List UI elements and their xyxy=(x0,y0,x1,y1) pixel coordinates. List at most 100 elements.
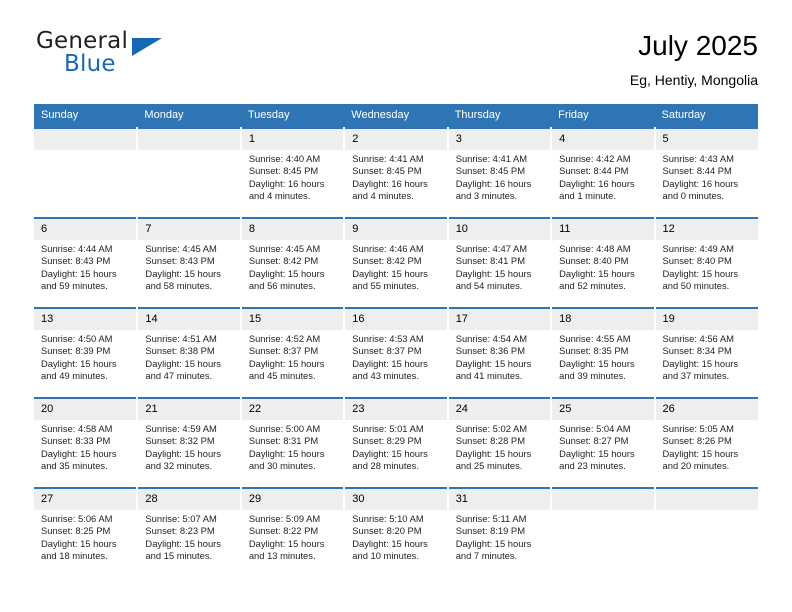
calendar-day-cell[interactable]: 24 Sunrise: 5:02 AM Sunset: 8:28 PM Dayligh… xyxy=(447,397,553,488)
daylight-text: Daylight: 15 hours and 18 minutes. xyxy=(41,537,117,561)
calendar-header-row: Sunday Monday Tuesday Wednesday Thursday… xyxy=(34,104,758,128)
daylight-text: Daylight: 15 hours and 23 minutes. xyxy=(559,447,635,471)
sunrise-text: Sunrise: 4:40 AM xyxy=(248,153,321,164)
daylight-text: Daylight: 15 hours and 15 minutes. xyxy=(145,537,221,561)
calendar-day-cell[interactable]: 13 Sunrise: 4:50 AM Sunset: 8:39 PM Dayligh… xyxy=(34,307,139,398)
daylight-text: Daylight: 15 hours and 50 minutes. xyxy=(662,267,739,291)
weekday-header-wednesday: Wednesday xyxy=(344,104,448,128)
day-number: 18 xyxy=(552,309,654,330)
day-details: Sunrise: 4:51 AM Sunset: 8:38 PM Daylight:… xyxy=(138,330,239,382)
calendar-day-cell[interactable]: 5 Sunrise: 4:43 AM Sunset: 8:44 PM Daylight… xyxy=(654,127,758,218)
sunset-text: Sunset: 8:22 PM xyxy=(248,525,319,537)
sunset-text: Sunset: 8:43 PM xyxy=(145,255,215,267)
calendar-day-cell[interactable]: 26 Sunrise: 5:05 AM Sunset: 8:26 PM Dayligh… xyxy=(654,397,758,488)
daylight-text: Daylight: 15 hours and 28 minutes. xyxy=(352,447,428,471)
sunset-text: Sunset: 8:36 PM xyxy=(455,345,525,357)
calendar-day-cell[interactable]: 30 Sunrise: 5:10 AM Sunset: 8:20 PM Dayligh… xyxy=(344,487,449,577)
calendar-day-cell[interactable]: 8 Sunrise: 4:45 AM Sunset: 8:42 PM Daylight… xyxy=(240,217,346,308)
calendar-day-cell[interactable]: 14 Sunrise: 4:51 AM Sunset: 8:38 PM Dayligh… xyxy=(137,307,242,398)
daylight-text: Daylight: 15 hours and 47 minutes. xyxy=(145,357,221,381)
day-number xyxy=(552,489,654,510)
sunset-text: Sunset: 8:32 PM xyxy=(145,435,215,447)
sunrise-text: Sunrise: 5:11 AM xyxy=(455,513,527,524)
sunset-text: Sunset: 8:41 PM xyxy=(455,255,525,267)
sunset-text: Sunset: 8:20 PM xyxy=(352,525,422,537)
calendar-day-cell[interactable]: 12 Sunrise: 4:49 AM Sunset: 8:40 PM Dayligh… xyxy=(654,217,758,308)
day-number: 1 xyxy=(241,129,344,150)
brand-name-blue: Blue xyxy=(64,51,116,77)
calendar-day-cell[interactable]: 20 Sunrise: 4:58 AM Sunset: 8:33 PM Dayligh… xyxy=(34,397,139,488)
daylight-text: Daylight: 15 hours and 20 minutes. xyxy=(662,447,739,471)
page-header: General Blue July 2025 Eg, Hentiy, Mongo… xyxy=(34,28,758,94)
calendar-day-cell[interactable]: 6 Sunrise: 4:44 AM Sunset: 8:43 PM Daylight… xyxy=(34,217,139,308)
calendar-day-cell[interactable]: 17 Sunrise: 4:54 AM Sunset: 8:36 PM Dayligh… xyxy=(447,307,553,398)
daylight-text: Daylight: 15 hours and 52 minutes. xyxy=(559,267,635,291)
sunrise-text: Sunrise: 4:59 AM xyxy=(145,423,217,434)
calendar-day-cell[interactable]: 3 Sunrise: 4:41 AM Sunset: 8:45 PM Daylight… xyxy=(447,127,553,218)
daylight-text: Daylight: 16 hours and 1 minute. xyxy=(559,177,635,201)
daylight-text: Daylight: 15 hours and 55 minutes. xyxy=(352,267,428,291)
calendar-day-cell[interactable]: 10 Sunrise: 4:47 AM Sunset: 8:41 PM Dayligh… xyxy=(447,217,553,308)
calendar-day-cell[interactable]: 25 Sunrise: 5:04 AM Sunset: 8:27 PM Dayligh… xyxy=(551,397,656,488)
calendar-day-cell-empty xyxy=(137,127,242,218)
day-details: Sunrise: 5:06 AM Sunset: 8:25 PM Daylight:… xyxy=(34,510,136,562)
brand-logo[interactable]: General Blue xyxy=(34,28,294,90)
daylight-text: Daylight: 15 hours and 56 minutes. xyxy=(248,267,325,291)
calendar-day-cell[interactable]: 29 Sunrise: 5:09 AM Sunset: 8:22 PM Dayligh… xyxy=(240,487,346,577)
calendar-day-cell[interactable]: 31 Sunrise: 5:11 AM Sunset: 8:19 PM Dayligh… xyxy=(447,487,553,577)
calendar-day-cell[interactable]: 2 Sunrise: 4:41 AM Sunset: 8:45 PM Daylight… xyxy=(344,127,449,218)
calendar-day-cell[interactable]: 21 Sunrise: 4:59 AM Sunset: 8:32 PM Dayligh… xyxy=(137,397,242,488)
calendar-day-cell[interactable]: 18 Sunrise: 4:55 AM Sunset: 8:35 PM Dayligh… xyxy=(551,307,656,398)
calendar-day-cell[interactable]: 11 Sunrise: 4:48 AM Sunset: 8:40 PM Dayligh… xyxy=(551,217,656,308)
day-details: Sunrise: 4:47 AM Sunset: 8:41 PM Daylight:… xyxy=(449,240,550,292)
title-block: July 2025 Eg, Hentiy, Mongolia xyxy=(630,28,758,91)
sunrise-text: Sunrise: 4:46 AM xyxy=(352,243,424,254)
calendar-day-cell[interactable]: 4 Sunrise: 4:42 AM Sunset: 8:44 PM Daylight… xyxy=(551,127,656,218)
sunset-text: Sunset: 8:35 PM xyxy=(559,345,629,357)
day-number: 30 xyxy=(345,489,447,510)
sunrise-text: Sunrise: 5:07 AM xyxy=(145,513,217,524)
page-title: July 2025 xyxy=(638,30,758,61)
day-details: Sunrise: 4:55 AM Sunset: 8:35 PM Daylight:… xyxy=(552,330,653,382)
day-details: Sunrise: 4:41 AM Sunset: 8:45 PM Daylight:… xyxy=(345,150,446,202)
triangle-logo-icon xyxy=(132,38,162,56)
daylight-text: Daylight: 16 hours and 4 minutes. xyxy=(352,177,428,201)
calendar-body: 1 Sunrise: 4:40 AM Sunset: 8:45 PM Daylight… xyxy=(34,127,758,577)
calendar-day-cell[interactable]: 9 Sunrise: 4:46 AM Sunset: 8:42 PM Daylight… xyxy=(344,217,449,308)
sunrise-text: Sunrise: 4:45 AM xyxy=(145,243,217,254)
day-details: Sunrise: 4:48 AM Sunset: 8:40 PM Daylight:… xyxy=(552,240,653,292)
calendar-page: General Blue July 2025 Eg, Hentiy, Mongo… xyxy=(0,0,792,612)
day-details: Sunrise: 5:01 AM Sunset: 8:29 PM Daylight:… xyxy=(345,420,446,472)
daylight-text: Daylight: 15 hours and 39 minutes. xyxy=(559,357,635,381)
day-number: 29 xyxy=(241,489,344,510)
sunrise-text: Sunrise: 4:43 AM xyxy=(662,153,734,164)
day-number: 6 xyxy=(34,219,137,240)
calendar-day-cell[interactable]: 19 Sunrise: 4:56 AM Sunset: 8:34 PM Dayligh… xyxy=(654,307,758,398)
sunrise-text: Sunrise: 4:49 AM xyxy=(662,243,734,254)
calendar-week-row: 27 Sunrise: 5:06 AM Sunset: 8:25 PM Dayligh… xyxy=(34,487,758,577)
calendar-day-cell[interactable]: 16 Sunrise: 4:53 AM Sunset: 8:37 PM Dayligh… xyxy=(344,307,449,398)
sunset-text: Sunset: 8:27 PM xyxy=(559,435,629,447)
day-number: 26 xyxy=(655,399,758,420)
sunset-text: Sunset: 8:44 PM xyxy=(662,165,732,177)
calendar-day-cell[interactable]: 15 Sunrise: 4:52 AM Sunset: 8:37 PM Dayligh… xyxy=(240,307,346,398)
calendar-day-cell[interactable]: 22 Sunrise: 5:00 AM Sunset: 8:31 PM Dayligh… xyxy=(240,397,346,488)
sunrise-text: Sunrise: 4:51 AM xyxy=(145,333,217,344)
day-details: Sunrise: 4:40 AM Sunset: 8:45 PM Daylight:… xyxy=(242,150,343,202)
daylight-text: Daylight: 15 hours and 13 minutes. xyxy=(248,537,325,561)
day-details: Sunrise: 5:05 AM Sunset: 8:26 PM Daylight:… xyxy=(656,420,758,472)
sunset-text: Sunset: 8:45 PM xyxy=(248,165,319,177)
calendar-day-cell-empty xyxy=(551,487,656,577)
calendar-day-cell[interactable]: 27 Sunrise: 5:06 AM Sunset: 8:25 PM Dayligh… xyxy=(34,487,139,577)
calendar-day-cell[interactable]: 1 Sunrise: 4:40 AM Sunset: 8:45 PM Daylight… xyxy=(240,127,346,218)
day-number xyxy=(138,129,240,150)
sunset-text: Sunset: 8:28 PM xyxy=(455,435,525,447)
day-number: 8 xyxy=(241,219,344,240)
day-details: Sunrise: 5:07 AM Sunset: 8:23 PM Daylight:… xyxy=(138,510,239,562)
calendar-day-cell[interactable]: 7 Sunrise: 4:45 AM Sunset: 8:43 PM Daylight… xyxy=(137,217,242,308)
sunrise-text: Sunrise: 4:44 AM xyxy=(41,243,113,254)
calendar-day-cell[interactable]: 28 Sunrise: 5:07 AM Sunset: 8:23 PM Dayligh… xyxy=(137,487,242,577)
day-details: Sunrise: 5:04 AM Sunset: 8:27 PM Daylight:… xyxy=(552,420,653,472)
calendar-day-cell[interactable]: 23 Sunrise: 5:01 AM Sunset: 8:29 PM Dayligh… xyxy=(344,397,449,488)
weekday-header-monday: Monday xyxy=(137,104,241,128)
